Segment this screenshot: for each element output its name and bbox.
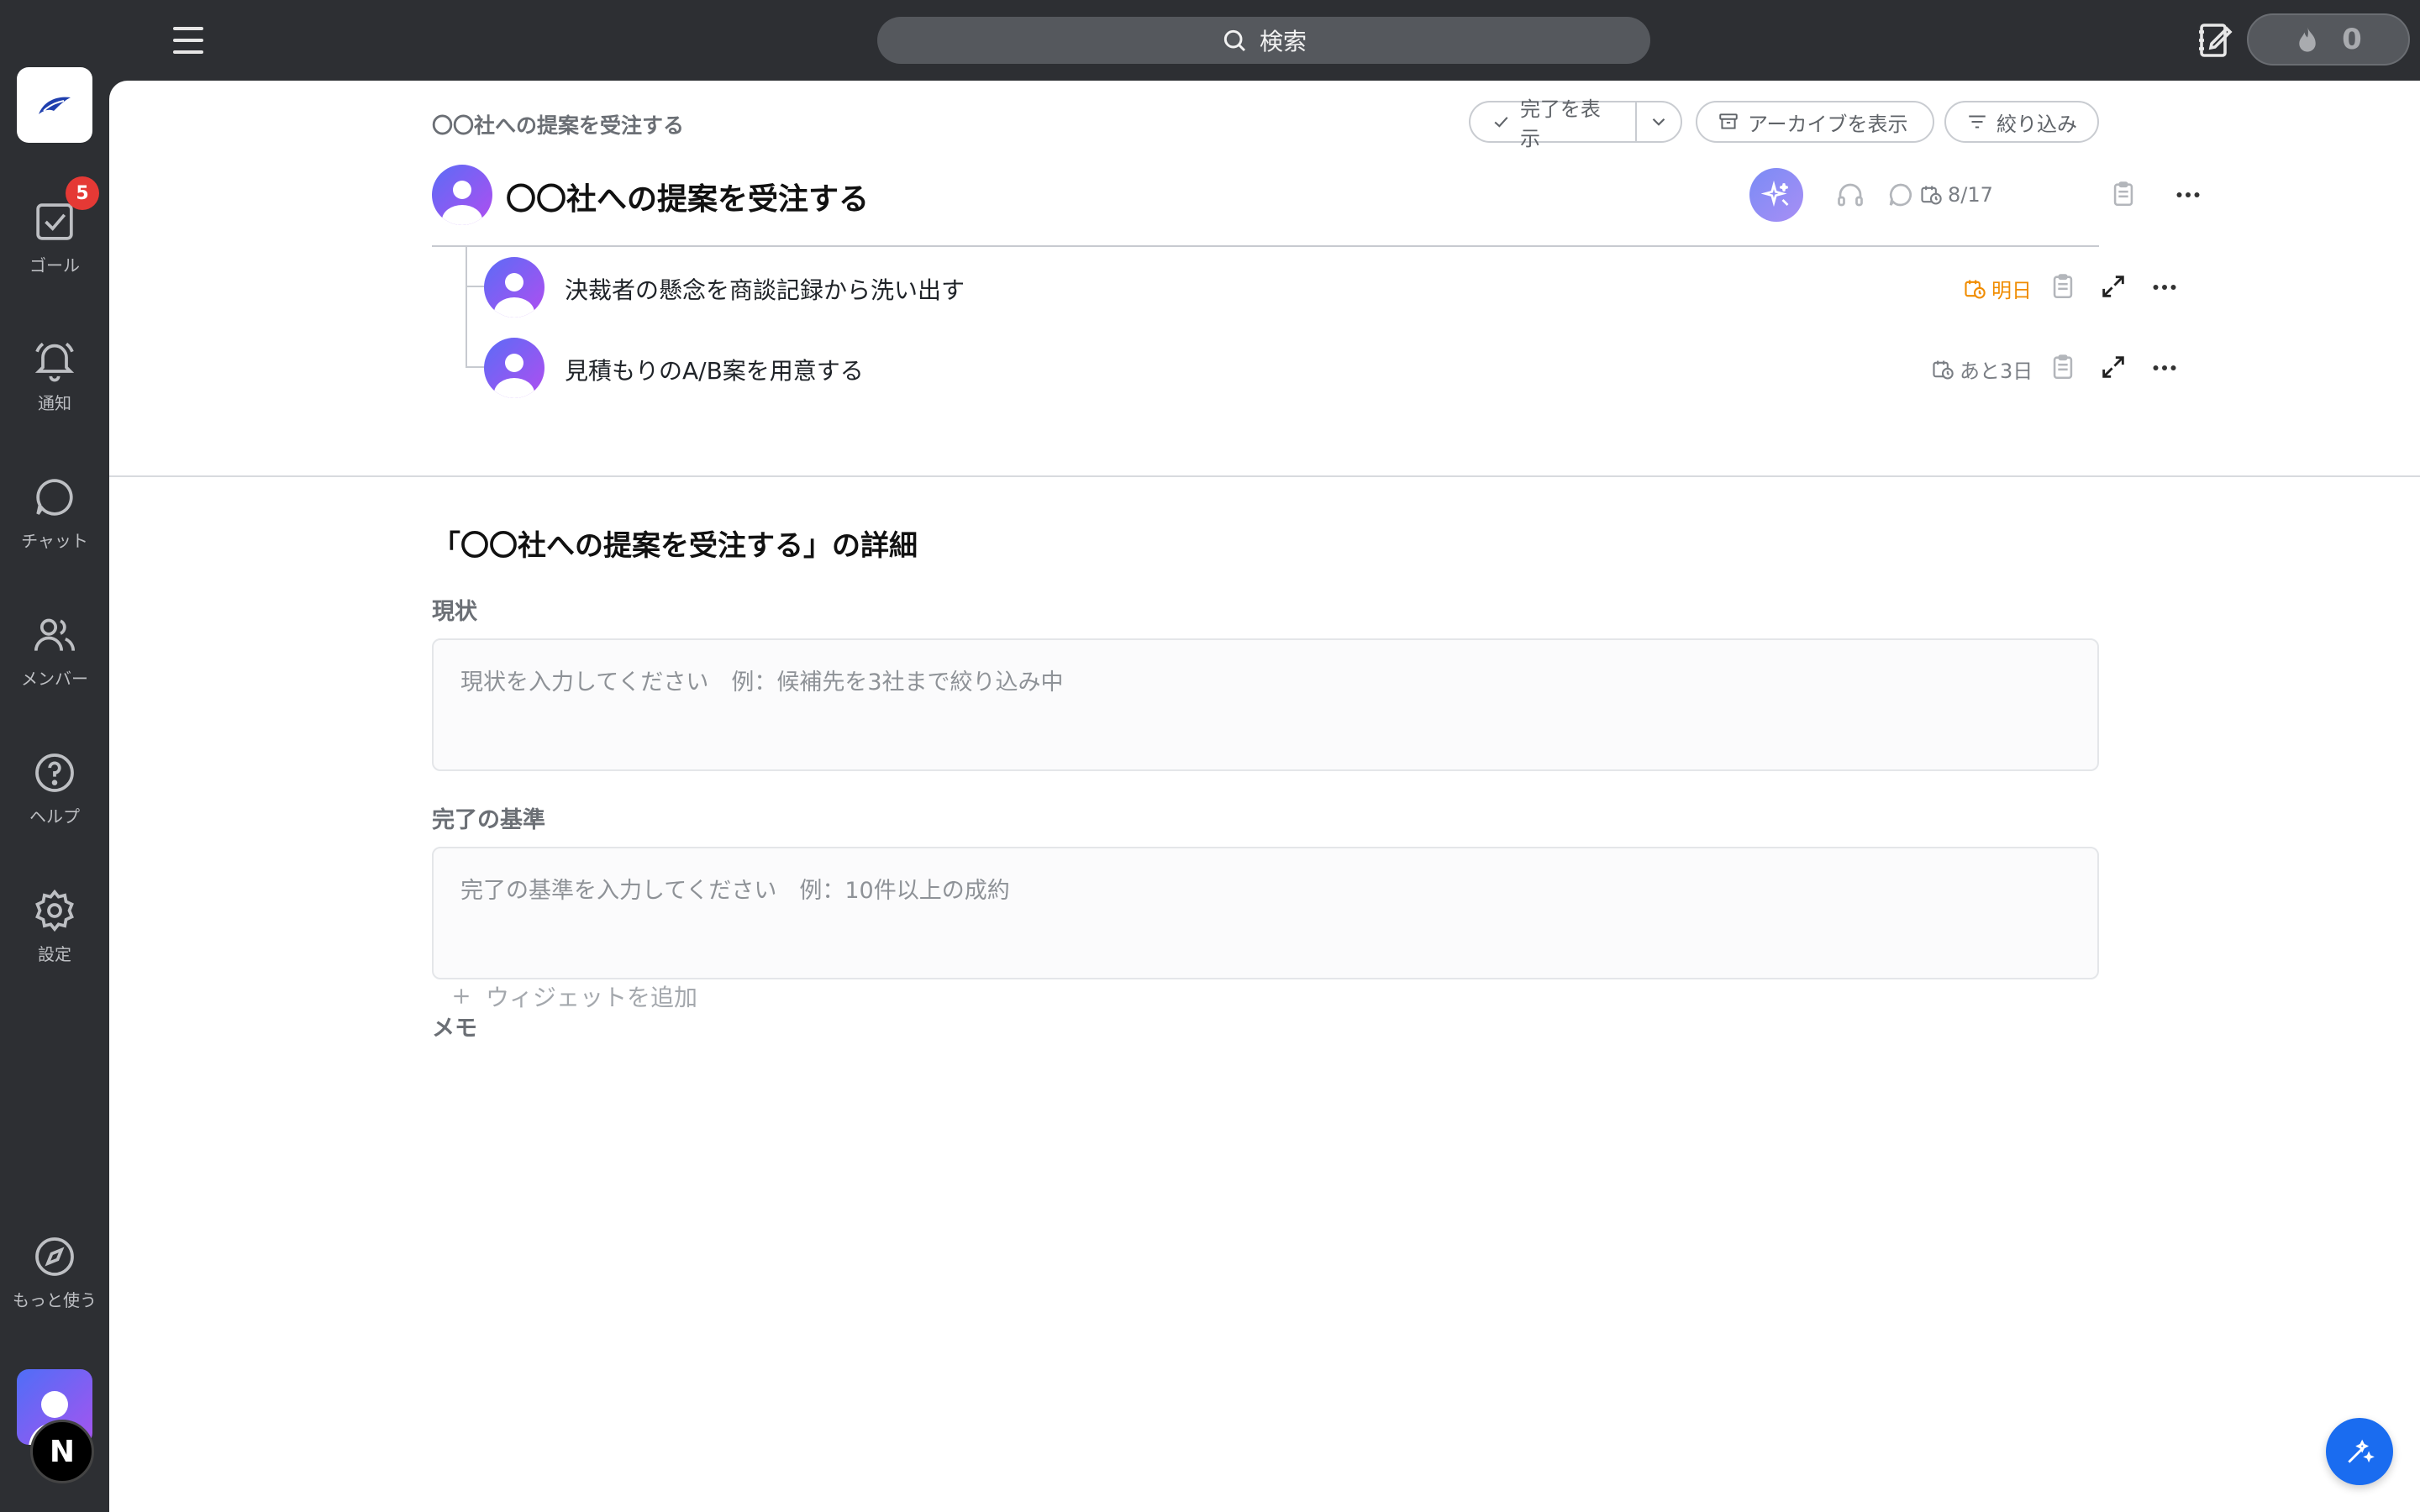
subgoal-due-date[interactable]: あと3日 bbox=[1931, 354, 2033, 384]
magic-wand-icon bbox=[2348, 1439, 2375, 1463]
app-logo[interactable] bbox=[17, 67, 92, 143]
sidebar-item-more[interactable]: もっと使う bbox=[0, 1233, 109, 1311]
add-widget-button[interactable]: ウィジェットを追加 bbox=[450, 979, 697, 1013]
archive-icon bbox=[1719, 113, 1738, 129]
notebook-edit-icon[interactable] bbox=[2195, 20, 2235, 60]
subgoal-owner-avatar[interactable] bbox=[484, 257, 544, 318]
flame-icon bbox=[2299, 27, 2316, 52]
more-horizontal-icon[interactable] bbox=[2149, 272, 2180, 302]
expand-icon[interactable] bbox=[2099, 272, 2128, 301]
users-icon bbox=[34, 618, 76, 651]
headphones-icon[interactable] bbox=[1835, 180, 1865, 210]
streak-count: 0 bbox=[2342, 23, 2362, 56]
breadcrumb[interactable]: 〇〇社への提案を受注する bbox=[432, 109, 684, 139]
bell-icon bbox=[34, 342, 75, 382]
chat-bubble-icon bbox=[36, 479, 73, 516]
goal-due-date[interactable]: 8/17 bbox=[1919, 183, 1993, 207]
tree-connector bbox=[466, 247, 467, 366]
main-panel: 〇〇社への提案を受注する 完了を表示 アーカイブを表示 絞り込み 〇〇社への提案… bbox=[109, 81, 2420, 1512]
comment-icon[interactable] bbox=[1886, 180, 1916, 210]
filter-button[interactable]: 絞り込み bbox=[1944, 101, 2099, 143]
chevron-down-icon bbox=[1652, 118, 1665, 126]
calendar-clock-icon bbox=[1965, 280, 1986, 299]
show-archive-button[interactable]: アーカイブを表示 bbox=[1696, 101, 1934, 143]
subgoal-owner-avatar[interactable] bbox=[484, 338, 544, 398]
criteria-input[interactable] bbox=[434, 848, 2097, 978]
sidebar: ゴール 5 通知 チャット メンバー ヘルプ 設定 もっと使う N bbox=[0, 0, 109, 1512]
sidebar-item-label: ゴール bbox=[29, 255, 80, 276]
check-icon bbox=[1494, 117, 1508, 128]
compass-icon bbox=[35, 1237, 74, 1276]
sparkle-icon bbox=[1761, 180, 1789, 207]
memo-label: メモ bbox=[432, 1016, 477, 1042]
status-input[interactable] bbox=[434, 640, 2097, 769]
criteria-label: 完了の基準 bbox=[432, 807, 545, 833]
streak-counter[interactable]: 0 bbox=[2247, 13, 2410, 66]
goal-owner-avatar[interactable] bbox=[432, 165, 492, 225]
subgoal-due-date[interactable]: 明日 bbox=[1963, 274, 2032, 303]
ai-assist-button[interactable] bbox=[1749, 168, 1803, 222]
goal-divider bbox=[432, 245, 2099, 247]
sidebar-item-chat[interactable]: チャット bbox=[0, 474, 109, 552]
sidebar-item-goals[interactable]: ゴール bbox=[0, 198, 109, 276]
search-label: 検索 bbox=[1259, 28, 1307, 55]
show-completed-button[interactable]: 完了を表示 bbox=[1469, 97, 1637, 150]
status-field[interactable] bbox=[432, 638, 2099, 771]
sidebar-item-label: もっと使う bbox=[13, 1290, 97, 1310]
sidebar-item-settings[interactable]: 設定 bbox=[0, 887, 109, 965]
section-divider bbox=[109, 475, 2420, 477]
status-label: 現状 bbox=[432, 599, 477, 625]
gear-icon bbox=[35, 889, 74, 932]
plus-icon bbox=[454, 989, 469, 1004]
filter-icon bbox=[1969, 115, 1986, 129]
subgoal-title[interactable]: 決裁者の懸念を商談記録から洗い出す bbox=[565, 272, 965, 306]
sidebar-item-notifications[interactable]: 通知 bbox=[0, 336, 109, 414]
magic-wand-fab[interactable] bbox=[2326, 1418, 2393, 1485]
calendar-clock-icon bbox=[1921, 186, 1942, 205]
workspace-badge[interactable]: N bbox=[30, 1420, 94, 1483]
sidebar-item-help[interactable]: ヘルプ bbox=[0, 749, 109, 827]
top-bar: 検索 0 bbox=[0, 0, 2420, 81]
expand-icon[interactable] bbox=[2099, 353, 2128, 381]
calendar-clock-icon bbox=[1933, 360, 1954, 380]
subgoal-title[interactable]: 見積もりのA/B案を用意する bbox=[565, 353, 864, 386]
search-bar[interactable]: 検索 bbox=[877, 17, 1650, 64]
more-horizontal-icon[interactable] bbox=[2173, 180, 2203, 210]
sidebar-item-label: 通知 bbox=[38, 393, 71, 413]
clipboard-icon[interactable] bbox=[2049, 353, 2077, 381]
sidebar-item-label: ヘルプ bbox=[29, 806, 80, 827]
criteria-field[interactable] bbox=[432, 847, 2099, 979]
goal-badge: 5 bbox=[66, 176, 99, 210]
sidebar-item-label: チャット bbox=[21, 531, 88, 551]
goal-title[interactable]: 〇〇社への提案を受注する bbox=[506, 175, 869, 218]
hamburger-menu-icon[interactable] bbox=[168, 22, 208, 59]
show-completed-dropdown[interactable] bbox=[1635, 101, 1682, 143]
help-circle-icon bbox=[35, 753, 74, 792]
sidebar-item-label: 設定 bbox=[38, 944, 71, 964]
clipboard-icon[interactable] bbox=[2109, 180, 2138, 208]
more-horizontal-icon[interactable] bbox=[2149, 353, 2180, 383]
subgoal-row[interactable]: 見積もりのA/B案を用意する あと3日 bbox=[484, 334, 2081, 400]
clipboard-icon[interactable] bbox=[2049, 272, 2077, 301]
subgoal-row[interactable]: 決裁者の懸念を商談記録から洗い出す 明日 bbox=[484, 254, 2081, 319]
sidebar-item-members[interactable]: メンバー bbox=[0, 612, 109, 690]
sidebar-item-label: メンバー bbox=[21, 669, 88, 689]
feather-logo-icon bbox=[39, 97, 71, 114]
detail-heading: 「〇〇社への提案を受注する」の詳細 bbox=[432, 529, 918, 563]
search-icon bbox=[1223, 29, 1246, 52]
